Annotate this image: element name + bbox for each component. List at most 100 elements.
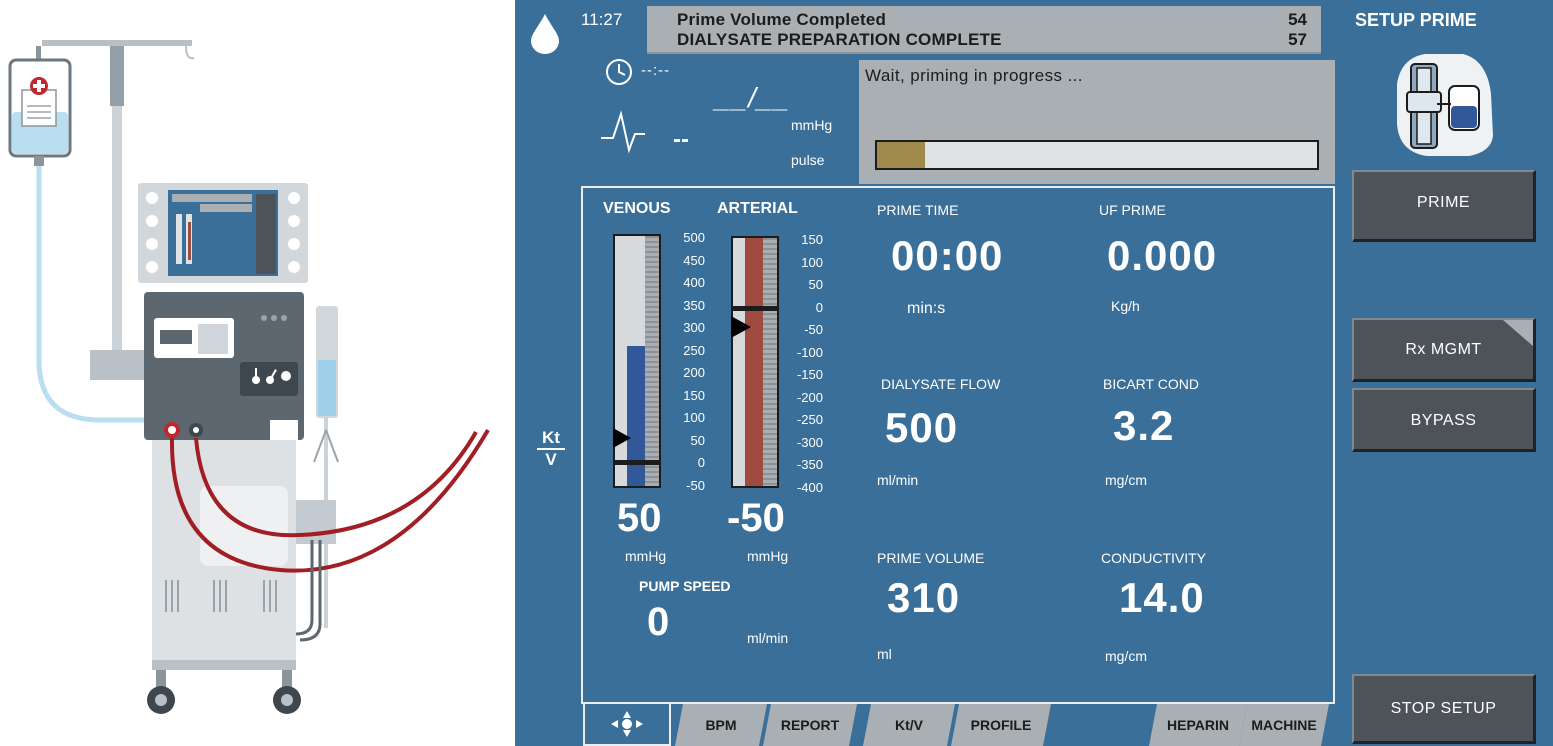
arterial-scale: 150 100 50 0 -50 -100 -150 -200 -250 -30… — [787, 232, 827, 495]
dialysis-machine-illustration — [8, 40, 490, 714]
setup-prime-title: SETUP PRIME — [1355, 10, 1477, 30]
scale-tick: 450 — [683, 252, 705, 268]
uf-prime-value[interactable]: 0.000 — [1107, 232, 1217, 280]
venous-scale: 500 450 400 350 300 250 200 150 100 50 0… — [669, 230, 709, 493]
status-panel: Wait, priming in progress ... — [859, 60, 1335, 184]
blood-pressure-unit: mmHg — [791, 117, 833, 133]
home-navigation-icon — [611, 711, 643, 737]
scale-tick: 150 — [683, 387, 705, 403]
pump-speed-value[interactable]: 0 — [647, 600, 669, 645]
pulse-value: -- — [673, 126, 689, 153]
prime-time-value: 00:00 — [891, 232, 1004, 279]
ktv-indicator[interactable]: Kt V — [537, 428, 565, 470]
pulse-unit: pulse — [791, 152, 825, 168]
root: 11:27 Prime Volume Completed 54 DIALYSAT… — [0, 0, 1553, 746]
stop-setup-button[interactable]: STOP SETUP — [1352, 674, 1536, 744]
tab-report[interactable]: REPORT — [763, 704, 857, 746]
pump-speed-label: PUMP SPEED — [639, 578, 731, 594]
venous-current-line — [615, 460, 659, 465]
scale-tick: -50 — [804, 322, 823, 337]
dialysis-screen: 11:27 Prime Volume Completed 54 DIALYSAT… — [515, 0, 1553, 746]
tab-home[interactable] — [583, 704, 671, 746]
priming-progress-fill — [877, 142, 926, 168]
rx-mgmt-label: Rx MGMT — [1405, 340, 1482, 358]
pump-speed-unit: ml/min — [747, 630, 789, 646]
scale-tick: 350 — [683, 297, 705, 313]
arterial-gauge-ticks — [763, 238, 777, 486]
scale-tick: 100 — [801, 254, 823, 270]
alarm-message: Prime Volume Completed — [677, 10, 887, 29]
scale-tick: -250 — [796, 412, 823, 427]
scale-tick: -300 — [796, 434, 823, 450]
scale-tick: -200 — [796, 389, 823, 405]
scale-tick: 0 — [815, 299, 823, 315]
tab-bpm[interactable]: BPM — [675, 704, 767, 746]
bypass-button[interactable]: BYPASS — [1352, 388, 1536, 452]
water-drop-icon — [531, 14, 559, 54]
prime-volume-value[interactable]: 310 — [887, 574, 960, 622]
arterial-current-line — [733, 306, 777, 311]
dialysate-flow-unit: ml/min — [877, 472, 919, 488]
venous-marker-icon — [613, 428, 631, 448]
blood-pressure-value: __/__ — [715, 82, 791, 113]
scale-tick: 150 — [801, 232, 823, 247]
venous-value: 50 — [617, 496, 662, 540]
arterial-value: -50 — [727, 496, 785, 540]
scale-tick: 100 — [683, 410, 705, 425]
prime-button[interactable]: PRIME — [1352, 170, 1536, 242]
rx-mgmt-button[interactable]: Rx MGMT — [1352, 318, 1536, 382]
uf-prime-unit: Kg/h — [1111, 298, 1140, 314]
alarm-code: 54 — [1288, 10, 1307, 29]
dialysate-flow-value[interactable]: 500 — [885, 404, 958, 452]
scale-tick: 500 — [683, 230, 705, 245]
alarm-message: DIALYSATE PREPARATION COMPLETE — [677, 30, 1002, 49]
scale-tick: 50 — [808, 277, 823, 292]
scale-tick: 250 — [683, 342, 705, 358]
tab-profile[interactable]: PROFILE — [951, 704, 1051, 746]
tab-heparin[interactable]: HEPARIN — [1149, 704, 1247, 746]
tab-machine[interactable]: MACHINE — [1239, 704, 1329, 746]
ktv-denominator: V — [545, 450, 557, 469]
conductivity-unit: mg/cm — [1105, 648, 1147, 664]
bottom-tab-bar: BPM REPORT Kt/V PROFILE HEPARIN MACHINE — [583, 704, 1343, 746]
scale-tick: 50 — [690, 432, 705, 448]
venous-unit: mmHg — [625, 548, 667, 564]
scale-tick: -150 — [796, 367, 823, 382]
venous-pressure-bar — [627, 346, 645, 486]
prime-volume-unit: ml — [877, 646, 892, 662]
arterial-marker-icon — [731, 316, 751, 338]
clock-icon — [606, 59, 632, 85]
prime-time-label: PRIME TIME — [877, 202, 959, 218]
alarm-code: 57 — [1288, 30, 1307, 49]
corner-fold-icon — [1503, 320, 1533, 346]
alarm-message-bar[interactable]: Prime Volume Completed 54 DIALYSATE PREP… — [647, 6, 1321, 54]
arterial-gauge — [731, 236, 779, 488]
venous-gauge — [613, 234, 661, 488]
venous-gauge-ticks — [645, 236, 659, 486]
scale-tick: 400 — [683, 275, 705, 290]
bicart-cond-label: BICART COND — [1103, 376, 1199, 392]
conductivity-value[interactable]: 14.0 — [1119, 574, 1205, 622]
bicart-cond-value[interactable]: 3.2 — [1113, 402, 1174, 450]
status-message: Wait, priming in progress ... — [865, 66, 1083, 85]
conductivity-label: CONDUCTIVITY — [1101, 550, 1206, 566]
scale-tick: -50 — [686, 477, 705, 493]
priming-progress-bar — [875, 140, 1319, 170]
prime-time-unit: min:s — [907, 300, 946, 317]
arterial-unit: mmHg — [747, 548, 789, 564]
dialyzer-graphic-icon — [1397, 54, 1493, 156]
prime-volume-label: PRIME VOLUME — [877, 550, 985, 566]
scale-tick: 0 — [697, 455, 705, 470]
arterial-pressure-bar — [745, 238, 763, 486]
clock-time: 11:27 — [581, 10, 623, 29]
scale-tick: -400 — [796, 479, 823, 495]
scale-tick: -100 — [796, 344, 823, 360]
scale-tick: -350 — [796, 457, 823, 472]
uf-prime-label: UF PRIME — [1099, 202, 1166, 218]
venous-label: VENOUS — [603, 200, 671, 217]
bicart-cond-unit: mg/cm — [1105, 472, 1147, 488]
treatment-timer: --:-- — [641, 62, 671, 79]
tab-ktv[interactable]: Kt/V — [863, 704, 955, 746]
arterial-label: ARTERIAL — [717, 200, 798, 217]
ktv-numerator: Kt — [537, 428, 565, 450]
